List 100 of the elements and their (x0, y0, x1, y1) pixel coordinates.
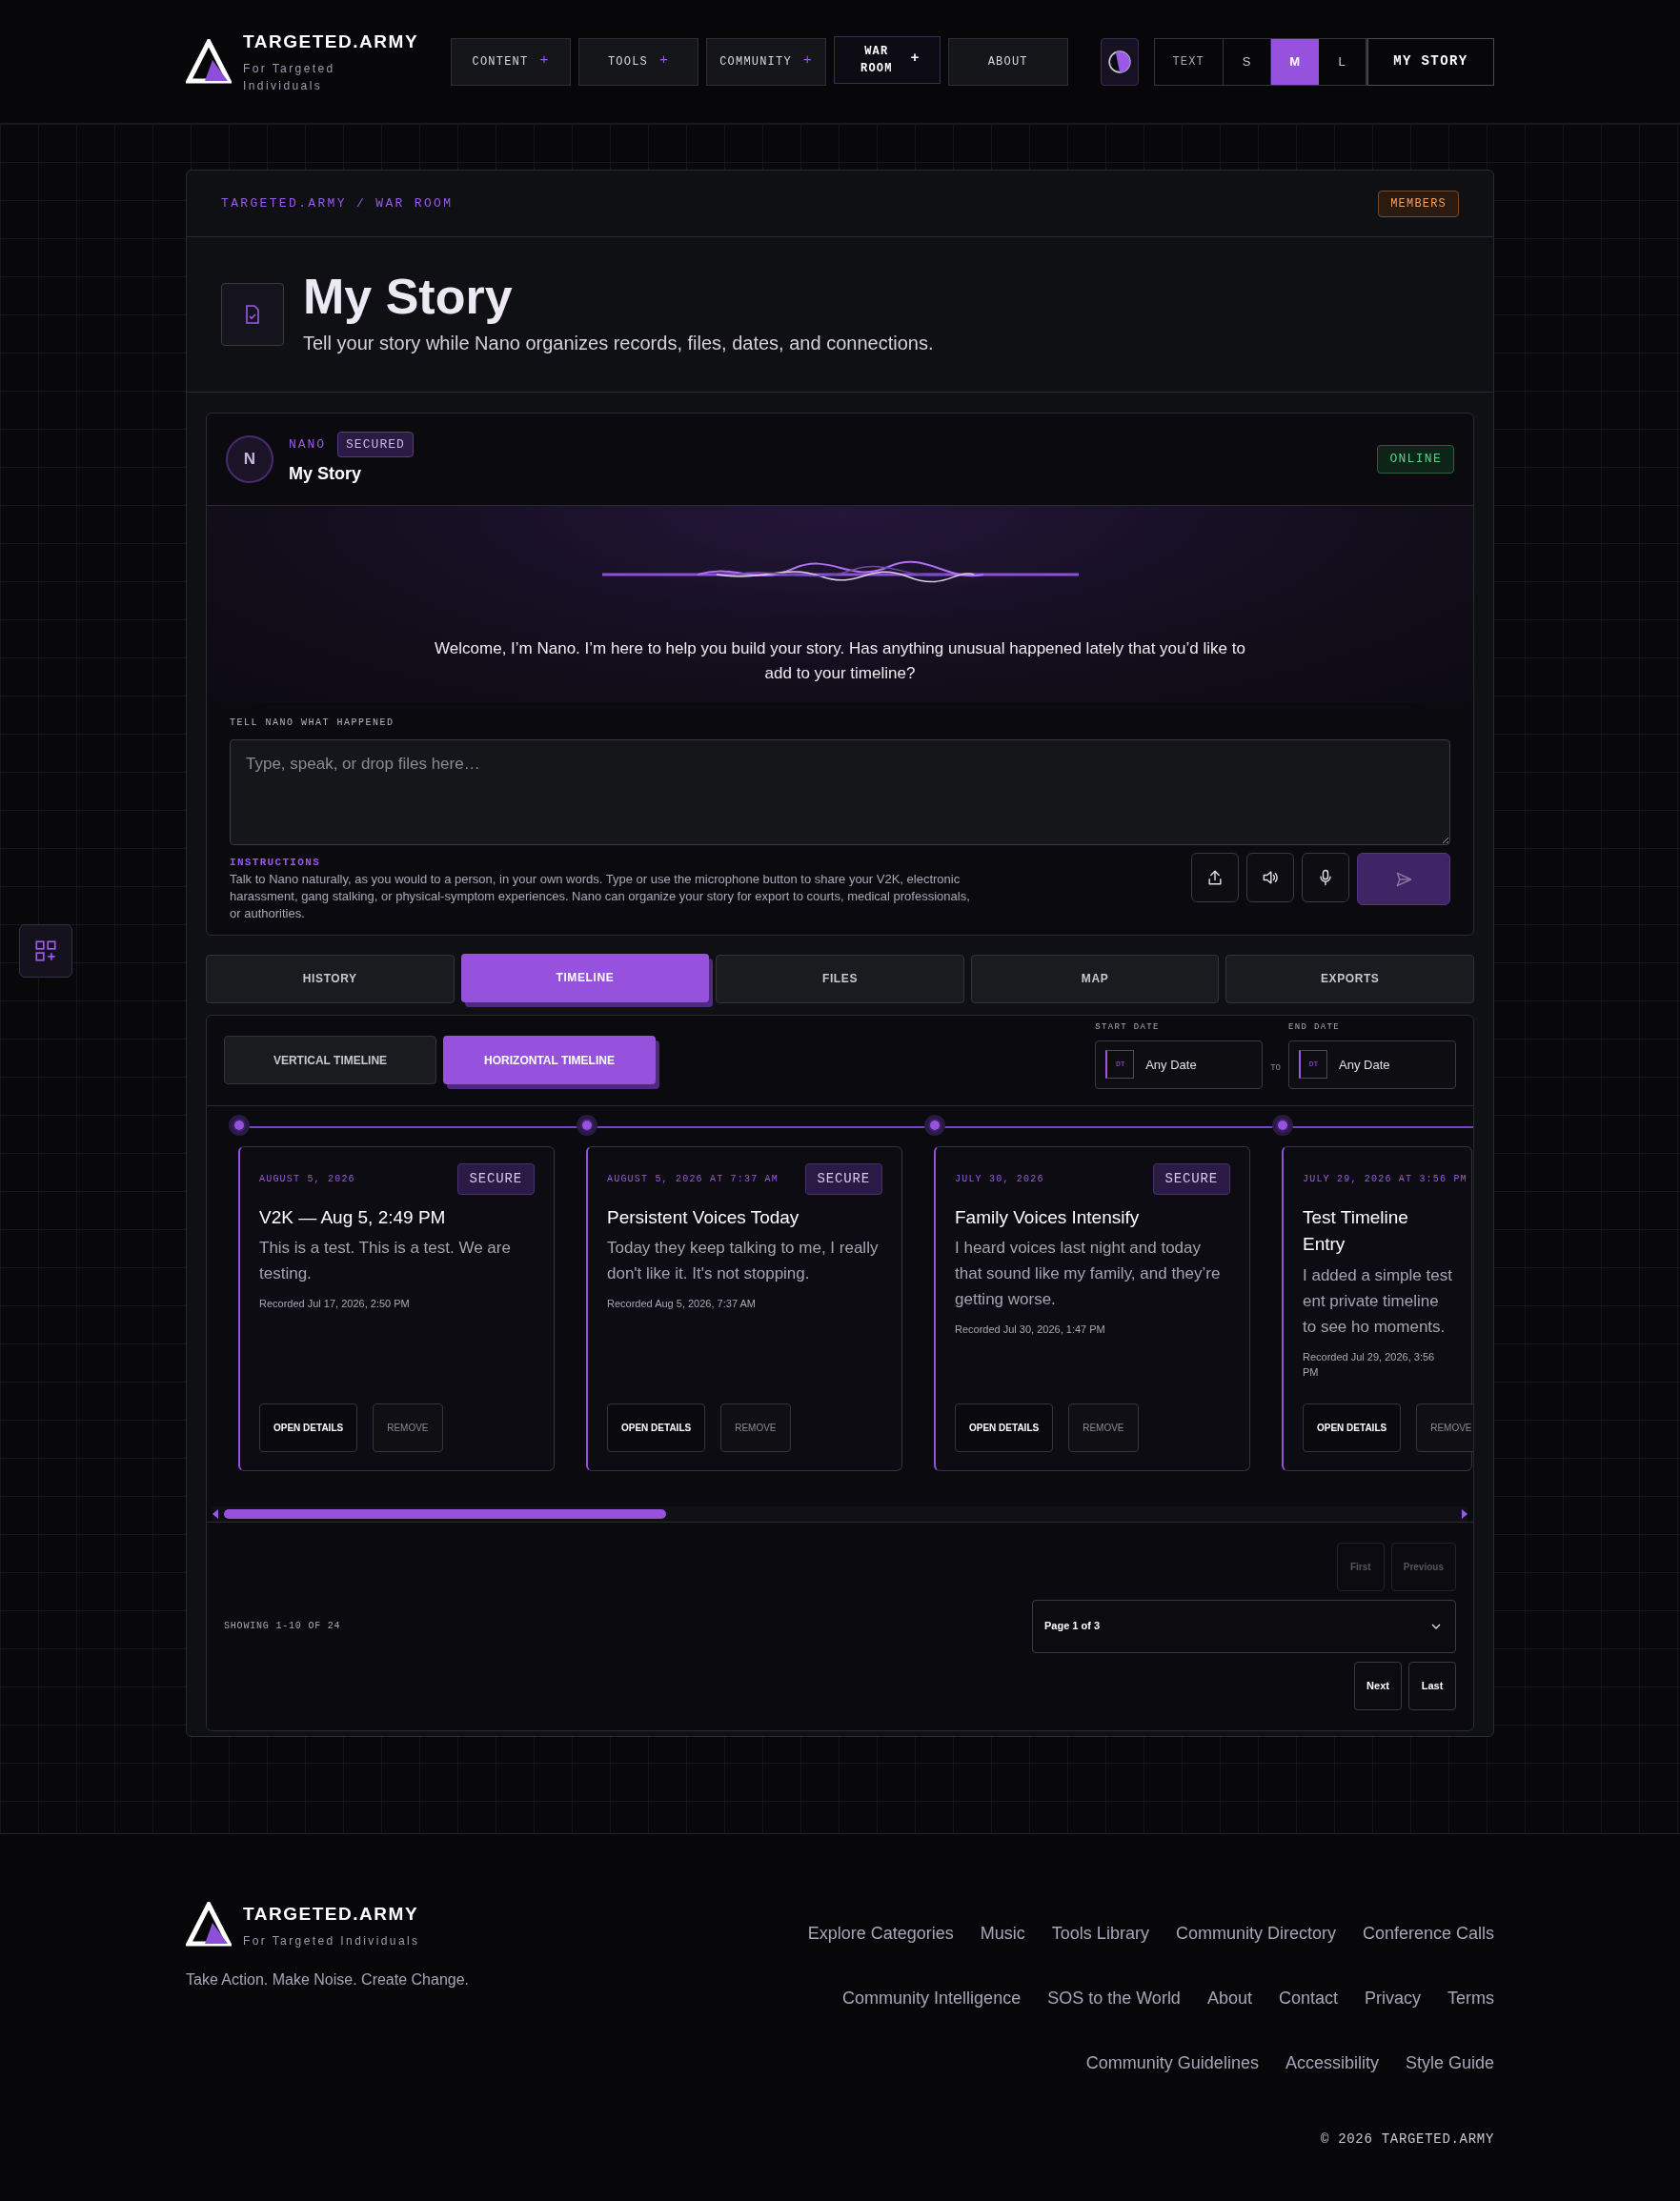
brand-name: TARGETED.ARMY (243, 30, 419, 54)
footer-link[interactable]: Community Intelligence (842, 1985, 1022, 2011)
date-type-tag: DT (1299, 1050, 1327, 1080)
brand-tagline: For Targeted Individuals (243, 1932, 420, 1949)
footer-link[interactable]: Terms (1447, 1985, 1494, 2011)
entry-date: JULY 29, 2026 AT 3:56 PM (1303, 1172, 1467, 1186)
date-separator: TO (1270, 1061, 1281, 1075)
text-size-label: TEXT (1154, 38, 1224, 85)
brand-tagline: For Targeted Individuals (243, 60, 336, 94)
footer-link[interactable]: Style Guide (1405, 2050, 1494, 2076)
open-details-button[interactable]: OPEN DETAILS (259, 1403, 358, 1452)
entry-date: JULY 30, 2026 (955, 1172, 1044, 1186)
grid-plus-icon (33, 939, 58, 963)
scroll-right-arrow-icon (1462, 1508, 1467, 1519)
logo-icon[interactable] (186, 1902, 232, 1949)
footer-link[interactable]: Conference Calls (1362, 1920, 1494, 1947)
remove-button[interactable]: REMOVE (1416, 1403, 1473, 1452)
end-date-field[interactable]: DT Any Date (1288, 1040, 1456, 1089)
my-story-button[interactable]: MY STORY (1366, 37, 1494, 86)
scrollbar-thumb[interactable] (224, 1508, 666, 1519)
expander-icon: + (539, 50, 550, 72)
scrollbar[interactable] (213, 1505, 1467, 1522)
expander-icon: + (910, 49, 921, 71)
entry-title: Family Voices Intensify (955, 1205, 1141, 1229)
entry-recorded-time: Recorded Aug 5, 2026, 7:37 AM (607, 1297, 757, 1311)
widgets-button[interactable] (19, 924, 72, 978)
pagination-button[interactable]: Last (1408, 1661, 1456, 1710)
view-toggle-button[interactable]: VERTICAL TIMELINE (224, 1036, 436, 1084)
remove-button[interactable]: REMOVE (373, 1403, 443, 1452)
remove-button[interactable]: REMOVE (720, 1403, 791, 1452)
section-tab[interactable]: FILES (716, 954, 964, 1003)
entry-recorded-time: Recorded Jul 30, 2026, 1:47 PM (955, 1323, 1106, 1337)
text-size-option[interactable]: L (1318, 38, 1366, 85)
results-summary: SHOWING 1-10 OF 24 (224, 1620, 341, 1633)
section-tab[interactable]: EXPORTS (1225, 954, 1474, 1003)
section-tab[interactable]: HISTORY (206, 954, 455, 1003)
nav-menu-button[interactable]: COMMUNITY + (706, 37, 827, 86)
section-tab[interactable]: MAP (970, 954, 1220, 1003)
page-select-dropdown[interactable]: Page 1 of 3 (1032, 1599, 1456, 1653)
status-badge: ONLINE (1377, 445, 1454, 474)
footer-link[interactable]: Explore Categories (807, 1920, 954, 1947)
footer-link[interactable]: Community Guidelines (1085, 2050, 1259, 2076)
breadcrumb: TARGETED.ARMY / WAR ROOM (221, 194, 454, 212)
expander-icon: + (802, 50, 813, 72)
nav-menu-button[interactable]: WAR ROOM + (834, 35, 941, 84)
copyright-text: © 2026 TARGETED.ARMY (1320, 2130, 1494, 2149)
footer-tagline: Take Action. Make Noise. Create Change. (186, 1969, 470, 1989)
brand-name: TARGETED.ARMY (243, 1903, 420, 1926)
entry-recorded-time: Recorded Jul 17, 2026, 2:50 PM (259, 1297, 411, 1311)
nav-menu-button[interactable]: ABOUT (947, 37, 1068, 86)
instructions-text: Talk to Nano naturally, as you would to a person, in your own words. Type or use the microphone button to share your V2K, electronic harassment, gang stalking, or physical-symptom experiences. Nano can organize your story for export to courts, medical professionals, or authorities. (230, 870, 971, 922)
assistant-name: NANO (289, 435, 326, 454)
secure-badge: SECURE (456, 1162, 535, 1195)
secure-badge: SECURE (1152, 1162, 1230, 1195)
open-details-button[interactable]: OPEN DETAILS (607, 1403, 706, 1452)
instructions-heading: INSTRUCTIONS (230, 856, 322, 870)
assistant-avatar: N (226, 435, 273, 483)
nav-menu-button[interactable]: CONTENT + (451, 37, 572, 86)
upload-icon (1205, 868, 1225, 887)
date-type-tag: DT (1105, 1050, 1135, 1080)
footer-link[interactable]: Tools Library (1051, 1920, 1149, 1947)
text-size-option[interactable]: M (1270, 38, 1319, 85)
contrast-toggle-button[interactable] (1100, 37, 1139, 86)
upload-button[interactable] (1191, 853, 1239, 902)
secured-badge: SECURED (337, 431, 414, 458)
entry-recorded-time: Recorded Jul 29, 2026, 3:56 PM (1303, 1349, 1436, 1380)
microphone-button[interactable] (1302, 853, 1349, 902)
secure-badge: SECURE (804, 1162, 882, 1195)
entry-date: AUGUST 5, 2026 AT 7:37 AM (607, 1172, 779, 1186)
entry-date: AUGUST 5, 2026 (259, 1172, 355, 1186)
scroll-left-arrow-icon (213, 1508, 218, 1519)
page-subtitle: Tell your story while Nano organizes records, files, dates, and connections. (303, 332, 934, 355)
footer-link[interactable]: Accessibility (1285, 2050, 1379, 2076)
pagination-button[interactable]: Next (1354, 1661, 1402, 1710)
entry-title: V2K — Aug 5, 2:49 PM (259, 1205, 447, 1229)
welcome-message: Welcome, I’m Nano. I’m here to help you build your story. Has anything unusual happened lately that you’d like to add to your timeline? (434, 638, 1246, 684)
footer-link[interactable]: About (1206, 1985, 1252, 2011)
expander-icon: + (659, 50, 670, 72)
entry-text: I heard voices last night and today that sound like my family, and they’re getting worse. (955, 1238, 1222, 1310)
start-date-field[interactable]: DT Any Date (1095, 1040, 1264, 1089)
open-details-button[interactable]: OPEN DETAILS (955, 1403, 1054, 1452)
speaker-button[interactable] (1246, 853, 1294, 902)
text-size-option[interactable]: S (1223, 38, 1271, 85)
message-input-field[interactable]: Type, speak, or drop files here… (230, 739, 1450, 845)
footer-link[interactable]: Privacy (1365, 1985, 1421, 2011)
nav-menu-button[interactable]: TOOLS + (578, 37, 699, 86)
entry-title: Test Timeline Entry (1303, 1205, 1409, 1256)
footer-link[interactable]: Contact (1278, 1985, 1338, 2011)
members-badge: MEMBERS (1378, 190, 1459, 217)
footer-link[interactable]: SOS to the World (1047, 1985, 1181, 2011)
open-details-button[interactable]: OPEN DETAILS (1303, 1403, 1402, 1452)
contrast-icon (1106, 49, 1132, 74)
footer-link[interactable]: Music (980, 1920, 1025, 1947)
entry-text: This is a test. This is a test. We are testing. (259, 1238, 512, 1284)
entry-title: Persistent Voices Today (607, 1205, 800, 1229)
date-label: END DATE (1288, 1021, 1341, 1035)
date-label: START DATE (1095, 1021, 1161, 1035)
remove-button[interactable]: REMOVE (1068, 1403, 1139, 1452)
footer-link[interactable]: Community Directory (1175, 1920, 1336, 1947)
logo-icon[interactable] (186, 38, 232, 85)
